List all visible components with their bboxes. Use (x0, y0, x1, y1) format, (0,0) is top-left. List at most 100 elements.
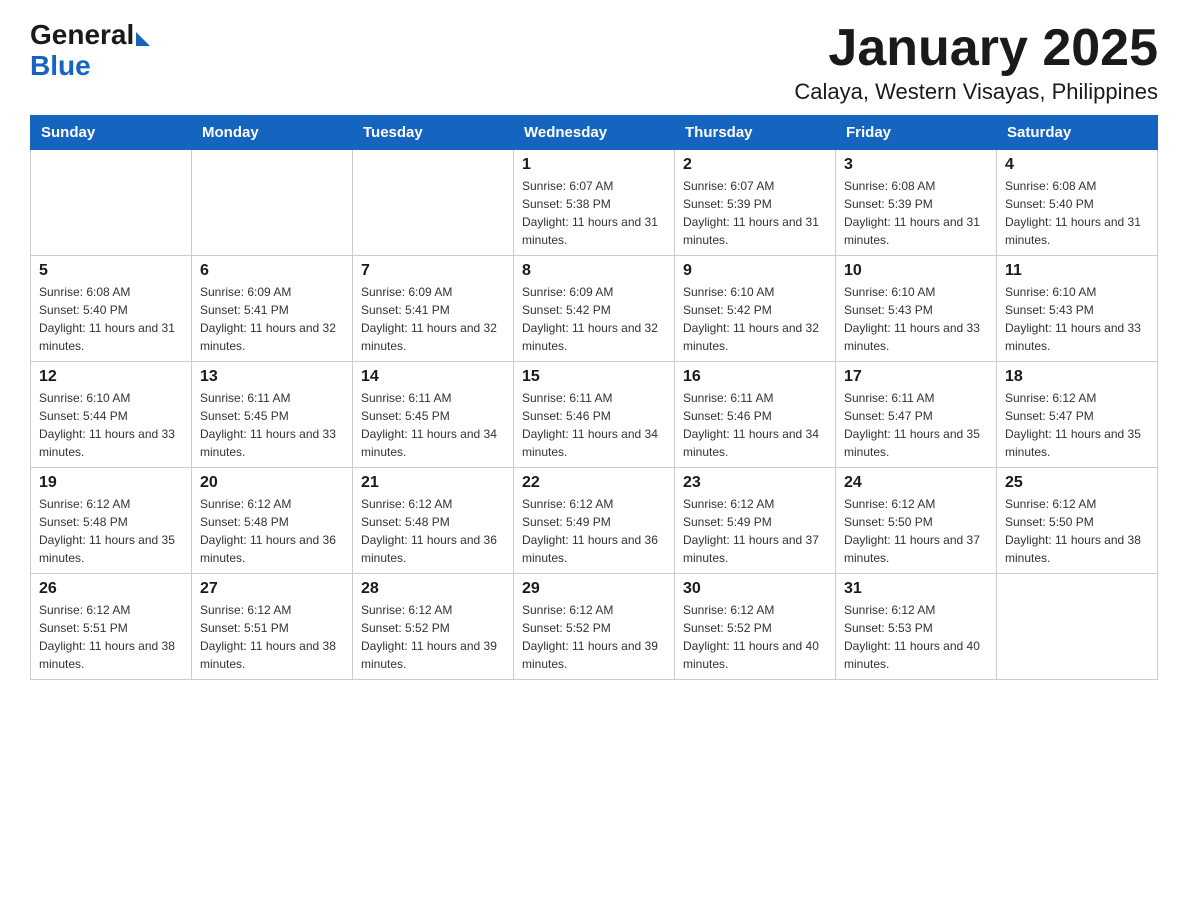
calendar-cell: 21 Sunrise: 6:12 AM Sunset: 5:48 PM Dayli… (353, 468, 514, 574)
calendar-table: SundayMondayTuesdayWednesdayThursdayFrid… (30, 115, 1158, 680)
day-info: Sunrise: 6:08 AM Sunset: 5:39 PM Dayligh… (844, 177, 988, 249)
day-number: 5 (39, 262, 183, 280)
logo-arrow-icon (136, 32, 150, 46)
calendar-cell: 4 Sunrise: 6:08 AM Sunset: 5:40 PM Daylig… (997, 150, 1158, 256)
day-info: Sunrise: 6:12 AM Sunset: 5:49 PM Dayligh… (683, 495, 827, 567)
calendar-cell: 12 Sunrise: 6:10 AM Sunset: 5:44 PM Dayli… (31, 362, 192, 468)
day-info: Sunrise: 6:12 AM Sunset: 5:52 PM Dayligh… (361, 601, 505, 673)
calendar-header-thursday: Thursday (675, 116, 836, 150)
day-info: Sunrise: 6:12 AM Sunset: 5:50 PM Dayligh… (844, 495, 988, 567)
calendar-cell: 24 Sunrise: 6:12 AM Sunset: 5:50 PM Dayli… (836, 468, 997, 574)
calendar-cell: 6 Sunrise: 6:09 AM Sunset: 5:41 PM Daylig… (192, 256, 353, 362)
day-info: Sunrise: 6:10 AM Sunset: 5:44 PM Dayligh… (39, 389, 183, 461)
day-number: 21 (361, 474, 505, 492)
day-number: 4 (1005, 156, 1149, 174)
day-info: Sunrise: 6:12 AM Sunset: 5:53 PM Dayligh… (844, 601, 988, 673)
day-number: 24 (844, 474, 988, 492)
calendar-week-row: 12 Sunrise: 6:10 AM Sunset: 5:44 PM Dayli… (31, 362, 1158, 468)
calendar-cell: 10 Sunrise: 6:10 AM Sunset: 5:43 PM Dayli… (836, 256, 997, 362)
calendar-week-row: 1 Sunrise: 6:07 AM Sunset: 5:38 PM Daylig… (31, 150, 1158, 256)
logo: General Blue (30, 20, 150, 82)
day-info: Sunrise: 6:12 AM Sunset: 5:50 PM Dayligh… (1005, 495, 1149, 567)
day-number: 13 (200, 368, 344, 386)
day-number: 16 (683, 368, 827, 386)
calendar-header-sunday: Sunday (31, 116, 192, 150)
day-number: 28 (361, 580, 505, 598)
day-info: Sunrise: 6:09 AM Sunset: 5:41 PM Dayligh… (361, 283, 505, 355)
day-number: 6 (200, 262, 344, 280)
calendar-cell: 2 Sunrise: 6:07 AM Sunset: 5:39 PM Daylig… (675, 150, 836, 256)
day-number: 17 (844, 368, 988, 386)
day-number: 9 (683, 262, 827, 280)
day-info: Sunrise: 6:08 AM Sunset: 5:40 PM Dayligh… (1005, 177, 1149, 249)
calendar-cell: 5Sunrise: 6:08 AM Sunset: 5:40 PM Daylig… (31, 256, 192, 362)
day-info: Sunrise: 6:12 AM Sunset: 5:52 PM Dayligh… (522, 601, 666, 673)
calendar-cell (192, 150, 353, 256)
day-info: Sunrise: 6:12 AM Sunset: 5:48 PM Dayligh… (200, 495, 344, 567)
day-number: 27 (200, 580, 344, 598)
day-number: 31 (844, 580, 988, 598)
day-info: Sunrise: 6:10 AM Sunset: 5:43 PM Dayligh… (844, 283, 988, 355)
day-number: 12 (39, 368, 183, 386)
day-number: 1 (522, 156, 666, 174)
calendar-header-saturday: Saturday (997, 116, 1158, 150)
calendar-header-monday: Monday (192, 116, 353, 150)
day-number: 19 (39, 474, 183, 492)
calendar-cell: 28 Sunrise: 6:12 AM Sunset: 5:52 PM Dayli… (353, 574, 514, 680)
day-info: Sunrise: 6:12 AM Sunset: 5:48 PM Dayligh… (39, 495, 183, 567)
day-number: 10 (844, 262, 988, 280)
calendar-cell: 22 Sunrise: 6:12 AM Sunset: 5:49 PM Dayli… (514, 468, 675, 574)
day-info: Sunrise: 6:10 AM Sunset: 5:42 PM Dayligh… (683, 283, 827, 355)
calendar-cell: 13 Sunrise: 6:11 AM Sunset: 5:45 PM Dayli… (192, 362, 353, 468)
day-info: Sunrise: 6:12 AM Sunset: 5:49 PM Dayligh… (522, 495, 666, 567)
day-info: Sunrise: 6:10 AM Sunset: 5:43 PM Dayligh… (1005, 283, 1149, 355)
day-info: Sunrise: 6:12 AM Sunset: 5:47 PM Dayligh… (1005, 389, 1149, 461)
day-info: Sunrise: 6:11 AM Sunset: 5:45 PM Dayligh… (361, 389, 505, 461)
calendar-cell (997, 574, 1158, 680)
calendar-cell: 25 Sunrise: 6:12 AM Sunset: 5:50 PM Dayli… (997, 468, 1158, 574)
calendar-header-wednesday: Wednesday (514, 116, 675, 150)
day-number: 15 (522, 368, 666, 386)
day-info: Sunrise: 6:11 AM Sunset: 5:47 PM Dayligh… (844, 389, 988, 461)
calendar-cell: 16 Sunrise: 6:11 AM Sunset: 5:46 PM Dayli… (675, 362, 836, 468)
day-info: Sunrise: 6:11 AM Sunset: 5:46 PM Dayligh… (683, 389, 827, 461)
calendar-week-row: 5Sunrise: 6:08 AM Sunset: 5:40 PM Daylig… (31, 256, 1158, 362)
calendar-cell: 30 Sunrise: 6:12 AM Sunset: 5:52 PM Dayli… (675, 574, 836, 680)
day-number: 25 (1005, 474, 1149, 492)
calendar-week-row: 26Sunrise: 6:12 AM Sunset: 5:51 PM Dayli… (31, 574, 1158, 680)
logo-general: General (30, 20, 134, 51)
day-info: Sunrise: 6:11 AM Sunset: 5:45 PM Dayligh… (200, 389, 344, 461)
calendar-header-friday: Friday (836, 116, 997, 150)
day-number: 29 (522, 580, 666, 598)
day-number: 23 (683, 474, 827, 492)
month-title: January 2025 (794, 20, 1158, 77)
day-number: 22 (522, 474, 666, 492)
day-number: 20 (200, 474, 344, 492)
calendar-cell (353, 150, 514, 256)
calendar-cell: 14Sunrise: 6:11 AM Sunset: 5:45 PM Dayli… (353, 362, 514, 468)
calendar-header-row: SundayMondayTuesdayWednesdayThursdayFrid… (31, 116, 1158, 150)
logo-blue: Blue (30, 50, 91, 81)
day-number: 2 (683, 156, 827, 174)
day-number: 3 (844, 156, 988, 174)
day-info: Sunrise: 6:12 AM Sunset: 5:51 PM Dayligh… (200, 601, 344, 673)
calendar-header-tuesday: Tuesday (353, 116, 514, 150)
day-number: 18 (1005, 368, 1149, 386)
day-info: Sunrise: 6:07 AM Sunset: 5:39 PM Dayligh… (683, 177, 827, 249)
day-info: Sunrise: 6:09 AM Sunset: 5:42 PM Dayligh… (522, 283, 666, 355)
day-info: Sunrise: 6:12 AM Sunset: 5:48 PM Dayligh… (361, 495, 505, 567)
calendar-cell: 17 Sunrise: 6:11 AM Sunset: 5:47 PM Dayli… (836, 362, 997, 468)
day-info: Sunrise: 6:09 AM Sunset: 5:41 PM Dayligh… (200, 283, 344, 355)
calendar-cell: 15Sunrise: 6:11 AM Sunset: 5:46 PM Dayli… (514, 362, 675, 468)
day-info: Sunrise: 6:12 AM Sunset: 5:52 PM Dayligh… (683, 601, 827, 673)
location-title: Calaya, Western Visayas, Philippines (794, 79, 1158, 105)
day-number: 11 (1005, 262, 1149, 280)
calendar-cell: 7Sunrise: 6:09 AM Sunset: 5:41 PM Daylig… (353, 256, 514, 362)
calendar-cell (31, 150, 192, 256)
calendar-cell: 29 Sunrise: 6:12 AM Sunset: 5:52 PM Dayli… (514, 574, 675, 680)
calendar-cell: 27 Sunrise: 6:12 AM Sunset: 5:51 PM Dayli… (192, 574, 353, 680)
calendar-cell: 3 Sunrise: 6:08 AM Sunset: 5:39 PM Daylig… (836, 150, 997, 256)
day-number: 30 (683, 580, 827, 598)
day-info: Sunrise: 6:07 AM Sunset: 5:38 PM Dayligh… (522, 177, 666, 249)
calendar-week-row: 19 Sunrise: 6:12 AM Sunset: 5:48 PM Dayli… (31, 468, 1158, 574)
